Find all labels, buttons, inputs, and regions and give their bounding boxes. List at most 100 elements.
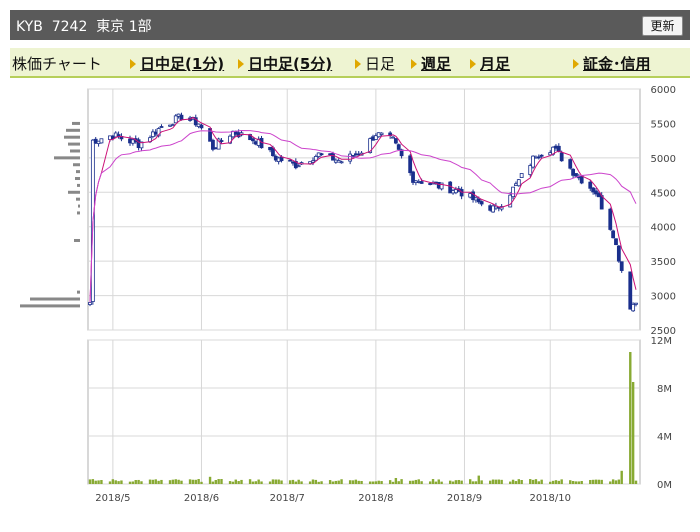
volume-bar bbox=[574, 481, 578, 484]
volume-bar bbox=[600, 479, 603, 484]
volume-bar bbox=[160, 479, 163, 484]
volume-bar bbox=[168, 480, 172, 484]
volume-bar bbox=[611, 479, 615, 484]
volume-bar bbox=[397, 481, 400, 484]
moving-average-short bbox=[89, 116, 637, 303]
candle-body bbox=[559, 152, 564, 162]
volume-bar bbox=[497, 479, 500, 484]
volume-bar bbox=[614, 480, 618, 484]
volume-bar bbox=[380, 481, 383, 484]
volume-bar bbox=[437, 479, 440, 484]
volume-bar bbox=[629, 352, 632, 484]
candle-body bbox=[311, 160, 315, 163]
volume-bar bbox=[180, 480, 183, 484]
candle-body bbox=[608, 208, 613, 230]
price-tick-label: 3500 bbox=[651, 257, 676, 268]
volume-bar bbox=[594, 479, 598, 484]
candle-body bbox=[313, 156, 318, 161]
volume-bar bbox=[308, 481, 312, 484]
volume-bar bbox=[257, 479, 260, 484]
candle-body bbox=[288, 159, 293, 162]
candle-body bbox=[536, 156, 541, 159]
date-tick-label: 2018/9 bbox=[447, 493, 482, 504]
volume-bar bbox=[577, 481, 581, 484]
volume-bar bbox=[634, 480, 638, 484]
volume-bar bbox=[480, 480, 483, 484]
volume-bar bbox=[320, 481, 323, 484]
date-tick-label: 2018/6 bbox=[184, 493, 219, 504]
volume-profile-bar bbox=[30, 297, 80, 301]
volume-profile-bar bbox=[77, 290, 80, 294]
volume-tick-label: 4M bbox=[657, 432, 672, 443]
candle-body bbox=[296, 165, 301, 168]
volume-bar bbox=[251, 481, 255, 484]
volume-bar bbox=[337, 480, 340, 484]
volume-bar bbox=[354, 479, 358, 484]
volume-bar bbox=[569, 480, 572, 484]
candle-body bbox=[614, 238, 618, 246]
volume-profile-bar bbox=[66, 128, 80, 132]
candle-body bbox=[331, 153, 335, 161]
volume-bar bbox=[360, 480, 363, 484]
volume-bar bbox=[311, 479, 315, 484]
volume-bar bbox=[94, 480, 97, 484]
volume-bars bbox=[88, 352, 638, 484]
volume-bar bbox=[511, 479, 515, 484]
candle-body bbox=[539, 154, 544, 157]
volume-bar bbox=[534, 479, 538, 484]
volume-profile-bar bbox=[77, 211, 80, 215]
candle-body bbox=[319, 153, 324, 156]
volume-profile-bar bbox=[68, 142, 80, 146]
volume-bar bbox=[328, 480, 332, 484]
volume-bar bbox=[531, 479, 535, 484]
volume-profile-bar bbox=[74, 238, 80, 242]
volume-bar bbox=[300, 481, 303, 484]
volume-bar bbox=[268, 481, 272, 484]
volume-bar bbox=[509, 481, 512, 484]
volume-bar bbox=[197, 479, 200, 484]
volume-profile-bar bbox=[73, 163, 80, 167]
volume-bar bbox=[500, 479, 503, 484]
candle-body bbox=[568, 159, 573, 169]
candle-body bbox=[588, 181, 593, 189]
volume-bar bbox=[368, 481, 372, 484]
volume-tick-label: 0M bbox=[657, 480, 672, 491]
candle-body bbox=[619, 261, 624, 271]
candle-body bbox=[219, 140, 224, 142]
volume-bar bbox=[554, 480, 558, 484]
candle-body bbox=[459, 189, 464, 197]
volume-bar bbox=[620, 470, 623, 484]
volume-profile-bar bbox=[76, 197, 80, 201]
volume-tick-label: 8M bbox=[657, 384, 672, 395]
volume-bar bbox=[148, 479, 152, 484]
volume-bar bbox=[597, 479, 601, 484]
volume-bar bbox=[440, 481, 443, 484]
candle-body bbox=[171, 124, 175, 127]
volume-bar bbox=[428, 481, 432, 484]
candle-body bbox=[516, 179, 521, 187]
volume-bar bbox=[288, 480, 292, 484]
candle-body bbox=[391, 136, 395, 139]
volume-bar bbox=[474, 481, 478, 484]
volume-bar bbox=[529, 479, 532, 484]
volume-bar bbox=[114, 480, 117, 484]
volume-bar bbox=[589, 479, 592, 484]
date-tick-label: 2018/7 bbox=[270, 493, 305, 504]
candle-body bbox=[339, 161, 344, 164]
volume-bar bbox=[237, 481, 240, 484]
candle-body bbox=[519, 173, 524, 178]
volume-bar bbox=[591, 479, 595, 484]
candle-body bbox=[159, 126, 164, 128]
volume-bar bbox=[471, 481, 475, 484]
volume-profile-bar bbox=[68, 190, 80, 194]
volume-bar bbox=[571, 480, 575, 484]
volume-bar bbox=[489, 480, 492, 484]
volume-bar bbox=[580, 480, 583, 484]
volume-bar bbox=[351, 480, 355, 484]
volume-bar bbox=[254, 481, 258, 484]
candle-body bbox=[251, 138, 255, 142]
volume-bar bbox=[377, 480, 380, 484]
volume-bar bbox=[108, 481, 112, 484]
volume-bar bbox=[617, 479, 621, 484]
volume-bar bbox=[517, 479, 520, 484]
